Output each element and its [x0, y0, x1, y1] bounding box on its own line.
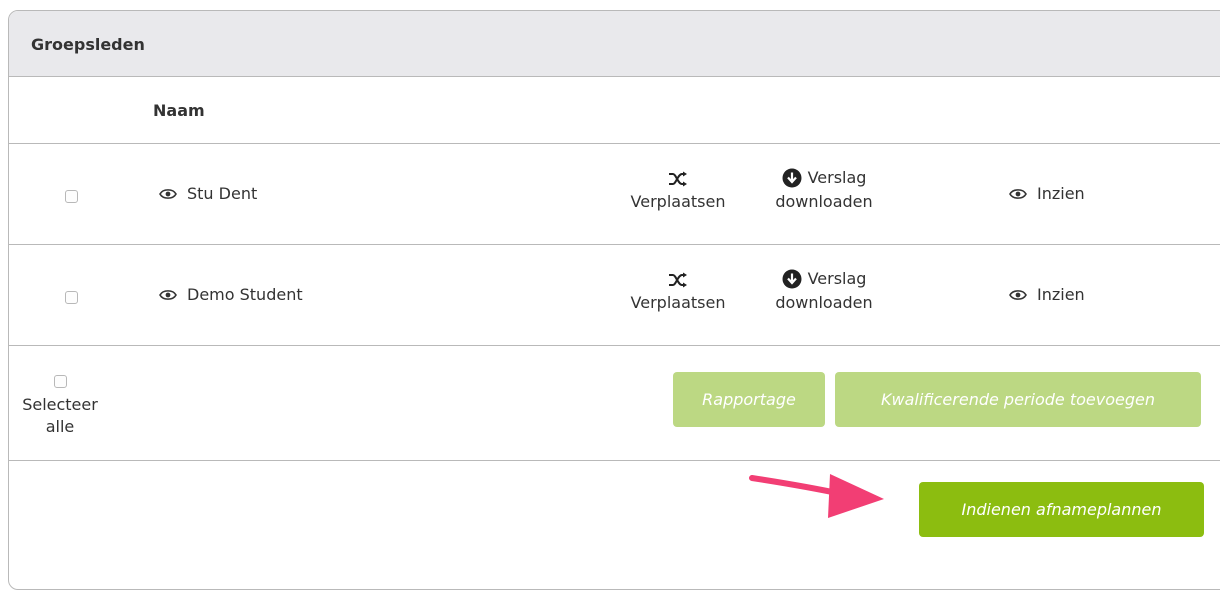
eye-icon — [159, 289, 177, 301]
select-all-checkbox[interactable] — [53, 375, 67, 388]
report-label-2: downloaden — [775, 293, 873, 312]
student-name-link[interactable]: Stu Dent — [159, 184, 257, 203]
student-name-link[interactable]: Demo Student — [159, 285, 303, 304]
row-checkbox[interactable] — [65, 291, 78, 304]
rapportage-button[interactable]: Rapportage — [673, 372, 825, 427]
student-name: Demo Student — [187, 285, 303, 304]
download-report-button[interactable]: Verslag downloaden — [761, 166, 887, 214]
submit-row: Indienen afnameplannen — [9, 461, 1220, 589]
panel-title: Groepsleden — [31, 35, 145, 54]
move-button[interactable]: Verplaatsen — [615, 267, 741, 315]
table-row: Demo Student Verplaatsen Verslag downloa… — [9, 245, 1220, 346]
eye-icon — [1009, 289, 1027, 301]
row-checkbox[interactable] — [65, 190, 78, 203]
panel-header: Groepsleden — [9, 11, 1220, 77]
submit-plans-button[interactable]: Indienen afnameplannen — [919, 482, 1204, 537]
select-all-control[interactable]: Selecteer alle — [9, 372, 111, 438]
select-all-label-1: Selecteer — [22, 395, 98, 414]
download-circle-icon — [782, 269, 802, 289]
eye-icon — [1009, 188, 1027, 200]
select-all-label-2: alle — [45, 417, 75, 436]
download-report-button[interactable]: Verslag downloaden — [761, 267, 887, 315]
view-button[interactable]: Inzien — [1009, 182, 1085, 206]
view-label: Inzien — [1037, 285, 1085, 304]
add-qualifying-period-button[interactable]: Kwalificerende periode toevoegen — [835, 372, 1201, 427]
move-label: Verplaatsen — [630, 293, 726, 312]
pointer-arrow-icon — [749, 474, 884, 518]
report-label-1: Verslag — [807, 269, 867, 288]
name-column-header: Naam — [153, 101, 205, 120]
eye-icon — [159, 188, 177, 200]
report-label-2: downloaden — [775, 192, 873, 211]
table-row: Stu Dent Verplaatsen Verslag downloaden … — [9, 144, 1220, 245]
view-button[interactable]: Inzien — [1009, 283, 1085, 307]
view-label: Inzien — [1037, 184, 1085, 203]
shuffle-icon — [668, 171, 688, 187]
student-name: Stu Dent — [187, 184, 258, 203]
bulk-actions-row: Selecteer alle Rapportage Kwalificerende… — [9, 346, 1220, 461]
move-button[interactable]: Verplaatsen — [615, 166, 741, 214]
group-members-panel: Groepsleden Naam Stu Dent Verplaatsen Ve… — [8, 10, 1220, 590]
table-header-row: Naam — [9, 77, 1220, 144]
report-label-1: Verslag — [807, 168, 867, 187]
shuffle-icon — [668, 272, 688, 288]
download-circle-icon — [782, 168, 802, 188]
move-label: Verplaatsen — [630, 192, 726, 211]
